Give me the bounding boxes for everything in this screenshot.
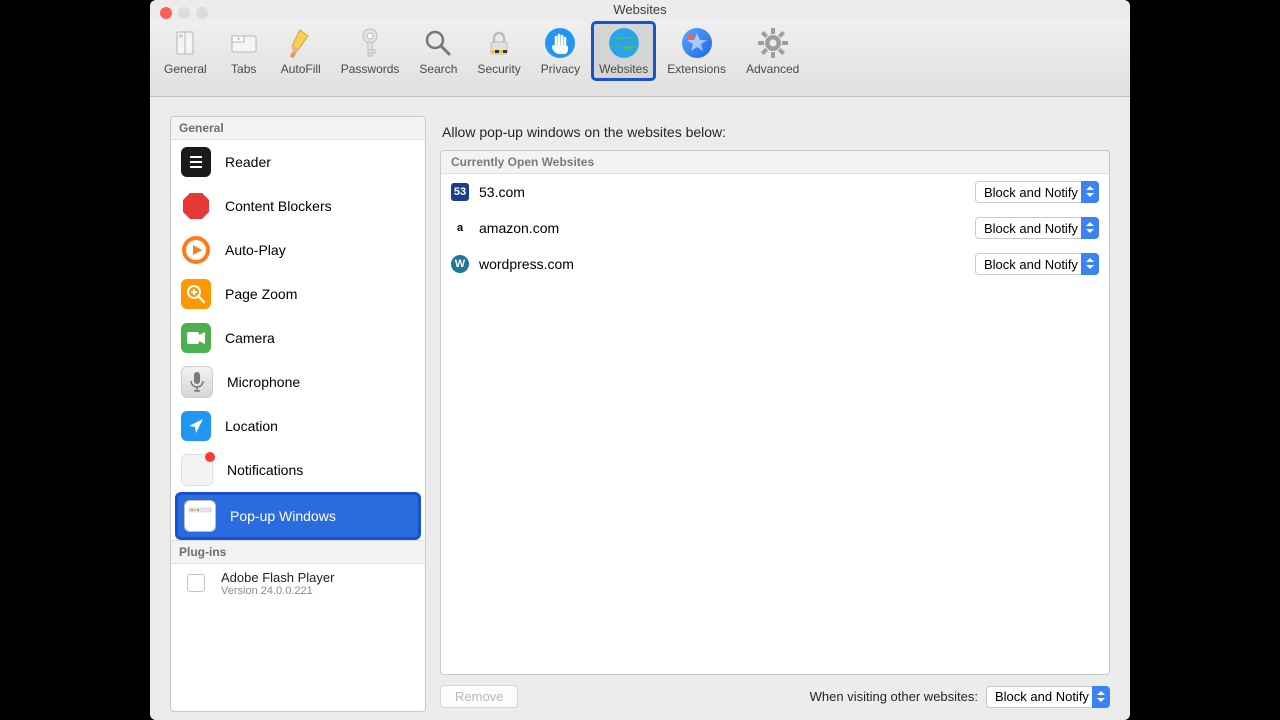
website-row[interactable]: 53 53.com Block and Notify xyxy=(441,174,1109,210)
sidebar-item-auto-play[interactable]: Auto-Play xyxy=(171,228,425,272)
popup-icon xyxy=(184,500,216,532)
plugin-row[interactable]: Adobe Flash Player Version 24.0.0.221 xyxy=(171,564,425,607)
autofill-icon xyxy=(284,26,318,60)
tab-label: Extensions xyxy=(667,62,726,76)
websites-table: Currently Open Websites 53 53.com Block … xyxy=(440,150,1110,675)
sidebar-item-label: Reader xyxy=(225,154,271,170)
table-header: Currently Open Websites xyxy=(441,151,1109,174)
tab-extensions[interactable]: Extensions xyxy=(661,24,732,78)
website-row[interactable]: W wordpress.com Block and Notify xyxy=(441,246,1109,282)
titlebar: Websites xyxy=(150,0,1130,21)
tab-passwords[interactable]: Passwords xyxy=(335,24,406,78)
tab-websites[interactable]: Websites xyxy=(591,21,656,81)
play-icon xyxy=(181,235,211,265)
close-button[interactable] xyxy=(160,7,172,19)
tab-advanced[interactable]: Advanced xyxy=(740,24,805,78)
toolbar: General + Tabs AutoFill Passwords xyxy=(150,21,1130,97)
search-icon xyxy=(421,26,455,60)
tab-tabs[interactable]: + Tabs xyxy=(221,24,267,78)
sidebar: General Reader Content Blockers Auto-Pla… xyxy=(170,116,426,712)
reader-icon xyxy=(181,147,211,177)
sidebar-item-label: Page Zoom xyxy=(225,286,297,302)
site-favicon: W xyxy=(451,255,469,273)
tab-autofill[interactable]: AutoFill xyxy=(275,24,327,78)
site-option-select[interactable]: Block and Notify xyxy=(975,217,1099,239)
window-title: Websites xyxy=(150,0,1130,17)
stop-icon xyxy=(181,191,211,221)
footer-label: When visiting other websites: xyxy=(810,689,978,704)
default-option-select[interactable]: Block and Notify xyxy=(986,686,1110,708)
sidebar-item-location[interactable]: Location xyxy=(171,404,425,448)
hand-icon xyxy=(543,26,577,60)
site-domain: 53.com xyxy=(479,184,975,200)
globe-icon xyxy=(607,26,641,60)
general-icon xyxy=(168,26,202,60)
sidebar-item-camera[interactable]: Camera xyxy=(171,316,425,360)
main-panel: Allow pop-up windows on the websites bel… xyxy=(440,116,1110,712)
svg-text:+: + xyxy=(237,37,241,43)
plugin-checkbox[interactable] xyxy=(187,574,205,592)
site-favicon: 53 xyxy=(451,183,469,201)
camera-icon xyxy=(181,323,211,353)
site-option-select[interactable]: Block and Notify xyxy=(975,253,1099,275)
sidebar-item-popup-windows[interactable]: Pop-up Windows xyxy=(175,492,421,540)
remove-button[interactable]: Remove xyxy=(440,685,518,708)
tab-security[interactable]: Security xyxy=(471,24,526,78)
plugin-name: Adobe Flash Player xyxy=(221,570,415,585)
tab-label: Search xyxy=(419,62,457,76)
sidebar-section-general: General xyxy=(171,117,425,140)
tab-privacy[interactable]: Privacy xyxy=(535,24,586,78)
main-heading: Allow pop-up windows on the websites bel… xyxy=(442,124,1110,140)
gear-icon xyxy=(756,26,790,60)
footer: Remove When visiting other websites: Blo… xyxy=(440,675,1110,712)
tabs-icon: + xyxy=(227,26,261,60)
location-icon xyxy=(181,411,211,441)
sidebar-item-content-blockers[interactable]: Content Blockers xyxy=(171,184,425,228)
sidebar-item-label: Auto-Play xyxy=(225,242,286,258)
preferences-window: Websites General + Tabs AutoFill xyxy=(150,0,1130,720)
tab-label: Privacy xyxy=(541,62,580,76)
sidebar-item-label: Content Blockers xyxy=(225,198,332,214)
sidebar-item-label: Camera xyxy=(225,330,275,346)
zoom-icon xyxy=(181,279,211,309)
tab-general[interactable]: General xyxy=(158,24,213,78)
sidebar-item-label: Microphone xyxy=(227,374,300,390)
sidebar-item-page-zoom[interactable]: Page Zoom xyxy=(171,272,425,316)
microphone-icon xyxy=(181,366,213,398)
notifications-icon xyxy=(181,454,213,486)
tab-label: General xyxy=(164,62,207,76)
tab-label: AutoFill xyxy=(281,62,321,76)
sidebar-section-plugins: Plug-ins xyxy=(171,540,425,564)
key-icon xyxy=(353,26,387,60)
sidebar-item-label: Notifications xyxy=(227,462,303,478)
zoom-button[interactable] xyxy=(196,7,208,19)
site-favicon: a xyxy=(451,219,469,237)
site-option-select[interactable]: Block and Notify xyxy=(975,181,1099,203)
tab-label: Advanced xyxy=(746,62,799,76)
plugin-version: Version 24.0.0.221 xyxy=(221,585,415,597)
sidebar-item-notifications[interactable]: Notifications xyxy=(171,448,425,492)
sidebar-item-label: Location xyxy=(225,418,278,434)
tab-label: Websites xyxy=(599,62,648,76)
tab-label: Passwords xyxy=(341,62,400,76)
minimize-button[interactable] xyxy=(178,7,190,19)
tab-label: Tabs xyxy=(231,62,256,76)
tab-label: Security xyxy=(477,62,520,76)
tab-search[interactable]: Search xyxy=(413,24,463,78)
notification-dot xyxy=(205,452,215,462)
sidebar-item-label: Pop-up Windows xyxy=(230,508,336,524)
sidebar-item-reader[interactable]: Reader xyxy=(171,140,425,184)
lock-icon xyxy=(482,26,516,60)
site-domain: wordpress.com xyxy=(479,256,975,272)
sidebar-item-microphone[interactable]: Microphone xyxy=(171,360,425,404)
website-row[interactable]: a amazon.com Block and Notify xyxy=(441,210,1109,246)
extensions-icon xyxy=(680,26,714,60)
site-domain: amazon.com xyxy=(479,220,975,236)
